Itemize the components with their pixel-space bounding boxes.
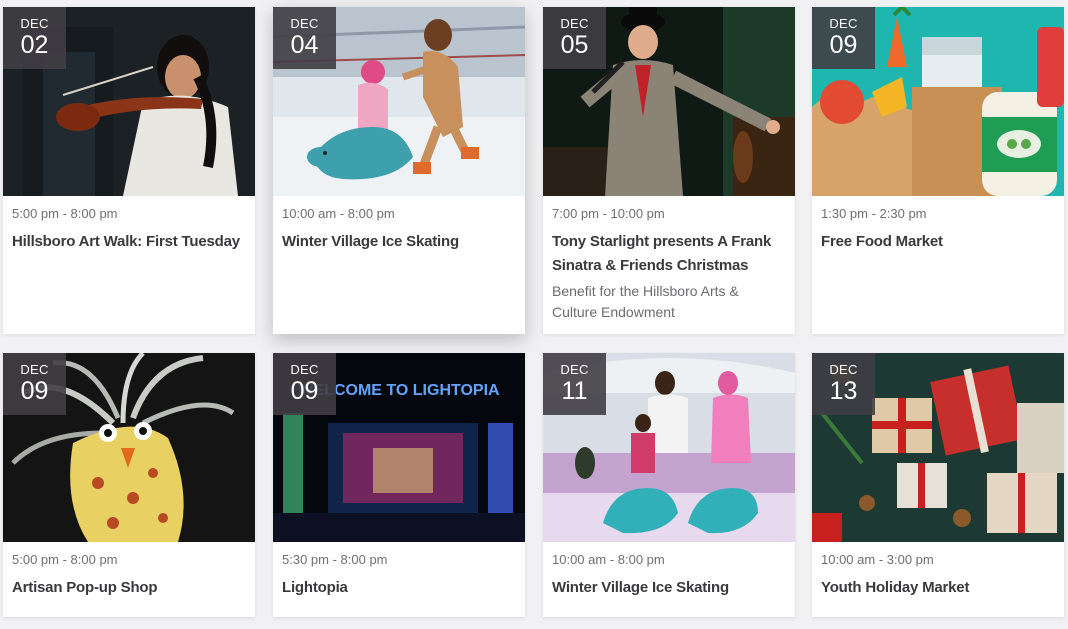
date-badge: DEC 11 xyxy=(543,353,606,415)
date-day: 09 xyxy=(290,377,319,405)
date-day: 09 xyxy=(20,377,49,405)
event-title[interactable]: Winter Village Ice Skating xyxy=(552,576,786,600)
date-month: DEC xyxy=(20,16,49,31)
date-month: DEC xyxy=(20,362,49,377)
event-subtitle: Benefit for the Hillsboro Arts & Culture… xyxy=(552,283,739,320)
event-title[interactable]: Winter Village Ice Skating xyxy=(282,230,516,254)
date-day: 13 xyxy=(829,377,858,405)
event-image[interactable]: DEC 11 xyxy=(543,353,795,542)
date-month: DEC xyxy=(290,16,319,31)
event-image[interactable]: DEC 05 xyxy=(543,7,795,196)
event-image[interactable]: DEC 02 xyxy=(3,7,255,196)
date-day: 02 xyxy=(20,31,49,59)
event-time: 7:00 pm - 10:00 pm xyxy=(552,206,665,221)
event-title[interactable]: Tony Starlight presents A Frank Sinatra … xyxy=(552,230,786,278)
date-badge: DEC 13 xyxy=(812,353,875,415)
date-month: DEC xyxy=(829,16,858,31)
date-day: 09 xyxy=(829,31,858,59)
event-image[interactable]: WELCOME TO LIGHTOPIA DEC 09 xyxy=(273,353,525,542)
date-badge: DEC 02 xyxy=(3,7,66,69)
event-time: 5:30 pm - 8:00 pm xyxy=(282,552,388,567)
date-badge: DEC 09 xyxy=(812,7,875,69)
event-title[interactable]: Free Food Market xyxy=(821,230,1055,254)
date-day: 05 xyxy=(560,31,589,59)
event-time: 5:00 pm - 8:00 pm xyxy=(12,552,118,567)
event-card[interactable]: DEC 09 5:00 pm - 8:00 pm Artisan Pop-up … xyxy=(3,353,255,617)
date-badge: DEC 09 xyxy=(3,353,66,415)
date-month: DEC xyxy=(829,362,858,377)
event-card[interactable]: DEC 04 10:00 am - 8:00 pm Winter Village… xyxy=(273,7,525,334)
date-month: DEC xyxy=(560,16,589,31)
event-card[interactable]: DEC 02 5:00 pm - 8:00 pm Hillsboro Art W… xyxy=(3,7,255,334)
event-title[interactable]: Lightopia xyxy=(282,576,516,600)
event-time: 1:30 pm - 2:30 pm xyxy=(821,206,927,221)
event-title[interactable]: Hillsboro Art Walk: First Tuesday xyxy=(12,230,246,254)
date-day: 11 xyxy=(561,377,588,405)
event-card[interactable]: DEC 05 7:00 pm - 10:00 pm Tony Starlight… xyxy=(543,7,795,334)
event-time: 5:00 pm - 8:00 pm xyxy=(12,206,118,221)
event-time: 10:00 am - 8:00 pm xyxy=(282,206,395,221)
event-grid: DEC 02 5:00 pm - 8:00 pm Hillsboro Art W… xyxy=(0,0,1068,629)
date-badge: DEC 09 xyxy=(273,353,336,415)
event-card[interactable]: DEC 13 10:00 am - 3:00 pm Youth Holiday … xyxy=(812,353,1064,617)
date-badge: DEC 04 xyxy=(273,7,336,69)
event-image[interactable]: DEC 13 xyxy=(812,353,1064,542)
event-title[interactable]: Artisan Pop-up Shop xyxy=(12,576,246,600)
date-day: 04 xyxy=(290,31,319,59)
event-image[interactable]: DEC 04 xyxy=(273,7,525,196)
event-image[interactable]: DEC 09 xyxy=(3,353,255,542)
event-image[interactable]: DEC 09 xyxy=(812,7,1064,196)
date-badge: DEC 05 xyxy=(543,7,606,69)
event-card[interactable]: WELCOME TO LIGHTOPIA DEC 09 5:30 pm - 8:… xyxy=(273,353,525,617)
event-time: 10:00 am - 3:00 pm xyxy=(821,552,934,567)
event-title[interactable]: Youth Holiday Market xyxy=(821,576,1055,600)
event-card[interactable]: DEC 11 10:00 am - 8:00 pm Winter Village… xyxy=(543,353,795,617)
event-time: 10:00 am - 8:00 pm xyxy=(552,552,665,567)
date-month: DEC xyxy=(290,362,319,377)
date-month: DEC xyxy=(560,362,589,377)
event-card[interactable]: DEC 09 1:30 pm - 2:30 pm Free Food Marke… xyxy=(812,7,1064,334)
